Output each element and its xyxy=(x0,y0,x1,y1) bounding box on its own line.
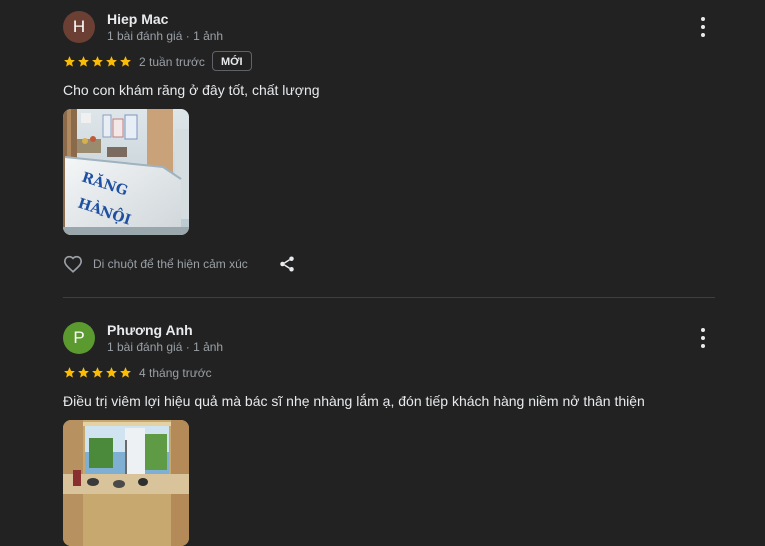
review-actions: Di chuột để thể hiện cảm xúc xyxy=(63,255,296,273)
star-icon xyxy=(78,367,89,378)
star-icon xyxy=(106,367,117,378)
star-icon xyxy=(64,367,75,378)
star-icon xyxy=(78,56,89,67)
new-badge: MỚI xyxy=(212,51,252,71)
star-rating xyxy=(63,55,132,68)
avatar[interactable]: P xyxy=(63,322,95,354)
review-time: 4 tháng trước xyxy=(139,366,212,380)
heart-icon[interactable] xyxy=(63,255,83,273)
star-icon xyxy=(64,56,75,67)
review-card: H Hiep Mac 1 bài đánh giá · 1 ảnh 2 tuần… xyxy=(0,0,765,298)
avatar[interactable]: H xyxy=(63,11,95,43)
star-icon xyxy=(92,56,103,67)
reaction-hint: Di chuột để thể hiện cảm xúc xyxy=(93,257,248,271)
review-text: Cho con khám răng ở đây tốt, chất lượng xyxy=(63,82,320,98)
more-options-icon[interactable] xyxy=(695,17,711,37)
review-text: Điều trị viêm lợi hiệu quả mà bác sĩ nhẹ… xyxy=(63,393,645,409)
review-time: 2 tuần trước xyxy=(139,55,205,69)
star-icon xyxy=(120,367,131,378)
more-options-icon[interactable] xyxy=(695,328,711,348)
reviewer-meta: 1 bài đánh giá · 1 ảnh xyxy=(107,340,224,354)
clinic-reception-photo: RĂNG HÀ NỘI xyxy=(63,109,189,235)
clinic-entrance-photo xyxy=(63,420,189,546)
share-icon[interactable] xyxy=(278,255,296,273)
reviewer-meta: 1 bài đánh giá · 1 ảnh xyxy=(107,29,224,43)
review-photo[interactable] xyxy=(63,420,189,546)
reviewer-name[interactable]: Hiep Mac xyxy=(107,11,168,27)
star-icon xyxy=(120,56,131,67)
star-icon xyxy=(106,56,117,67)
reviewer-name[interactable]: Phương Anh xyxy=(107,322,193,338)
star-icon xyxy=(92,367,103,378)
star-rating xyxy=(63,366,132,379)
review-photo[interactable]: RĂNG HÀ NỘI xyxy=(63,109,189,235)
review-card: P Phương Anh 1 bài đánh giá · 1 ảnh 4 th… xyxy=(0,298,765,546)
